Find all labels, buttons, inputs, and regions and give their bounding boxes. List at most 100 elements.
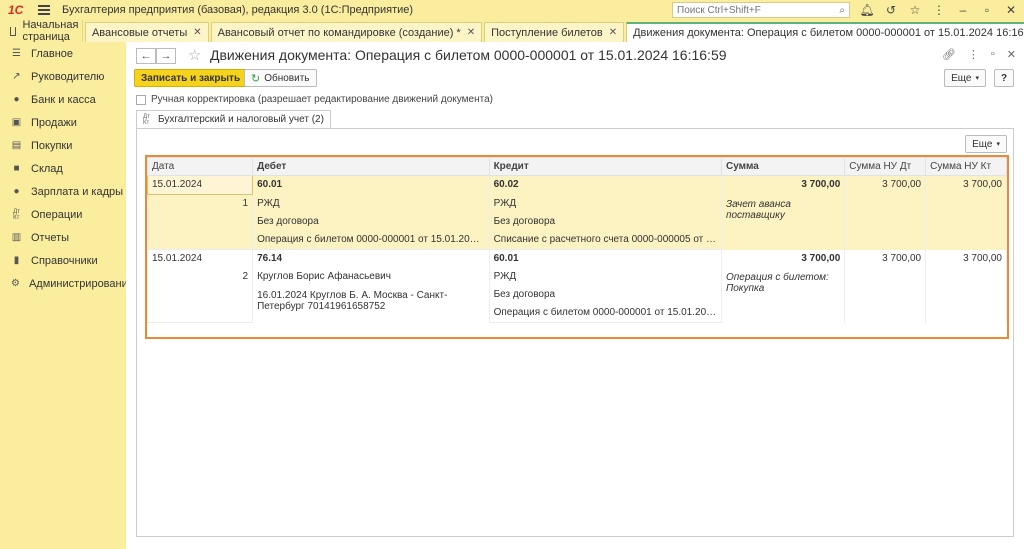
row-empty — [844, 268, 927, 323]
manual-correction-checkbox[interactable] — [136, 94, 146, 105]
sidebar-item-sales[interactable]: ▣ Продажи — [0, 111, 126, 134]
sidebar-item-warehouse[interactable]: ■ Склад — [0, 157, 126, 180]
col-date[interactable]: Дата — [147, 157, 254, 176]
col-sum[interactable]: Сумма — [720, 157, 846, 176]
sidebar-item-reports[interactable]: ▥ Отчеты — [0, 226, 126, 249]
sidebar-item-label: Руководителю — [31, 70, 105, 83]
tab-close-icon[interactable]: ✕ — [193, 27, 201, 38]
tab-label: Движения документа: Операция с билетом 0… — [633, 27, 1024, 39]
sidebar-item-purchases[interactable]: ▤ Покупки — [0, 134, 126, 157]
save-and-close-button[interactable]: Записать и закрыть — [134, 69, 248, 87]
row-credit-subconto-2[interactable]: Без договора — [488, 213, 722, 231]
row-credit-subconto-1[interactable]: РЖД — [488, 268, 722, 286]
col-credit[interactable]: Кредит — [488, 157, 722, 176]
row-credit-subconto-2[interactable]: Без договора — [488, 286, 722, 304]
help-button[interactable]: ? — [994, 69, 1014, 87]
row-debit-account[interactable]: 76.14 — [252, 249, 490, 268]
minimize-icon[interactable]: – — [956, 3, 970, 17]
row-content[interactable]: Операция с билетом: Покупка — [720, 268, 846, 323]
row-sum-nu-dt[interactable]: 3 700,00 — [844, 175, 927, 195]
refresh-icon: ↻ — [251, 72, 261, 85]
close-icon[interactable]: ✕ — [1004, 3, 1018, 17]
tab-close-icon[interactable]: ✕ — [467, 27, 475, 38]
more-button[interactable]: Еще ▾ — [944, 69, 986, 87]
tab-close-icon[interactable]: ✕ — [609, 27, 617, 38]
tab-advance-report-trip[interactable]: Авансовый отчет по командировке (создани… — [210, 22, 483, 42]
sidebar-item-label: Главное — [31, 47, 74, 60]
menu-lines-icon: ☰ — [12, 48, 21, 59]
row-credit-account[interactable]: 60.02 — [488, 175, 722, 195]
global-search[interactable]: ⌕ — [672, 2, 850, 18]
row-sum[interactable]: 3 700,00 — [720, 249, 846, 268]
row-debit-subconto-2[interactable]: Без договора — [252, 213, 490, 231]
row-content[interactable]: Зачет аванса поставщику — [720, 194, 846, 250]
row-empty — [147, 231, 254, 250]
row-date[interactable]: 15.01.2024 — [147, 249, 254, 268]
debit-credit-icon: Дт Кт — [13, 208, 20, 221]
sidebar-item-operations[interactable]: Дт Кт Операции — [0, 203, 126, 226]
table-row[interactable]: 15.01.2024 60.01 60.02 3 700,00 3 700,00… — [147, 175, 1007, 195]
sidebar-item-manager[interactable]: ↗ Руководителю — [0, 65, 126, 88]
app-logo: 1С — [8, 3, 24, 17]
sidebar-item-label: Покупки — [31, 139, 73, 152]
table-row[interactable]: 1 РЖД РЖД Зачет аванса поставщику — [147, 194, 1007, 250]
sidebar-item-admin[interactable]: ⚙ Администрирование — [0, 272, 134, 295]
favorites-star-icon[interactable]: ☆ — [908, 3, 922, 17]
more-label: Еще — [972, 138, 993, 150]
col-debit[interactable]: Дебет — [252, 157, 490, 176]
sidebar-item-label: Операции — [31, 208, 83, 221]
table-more-button[interactable]: Еще ▾ — [965, 135, 1007, 153]
row-sum-nu-dt[interactable]: 3 700,00 — [844, 249, 927, 268]
tab-tickets-receipt[interactable]: Поступление билетов ✕ — [484, 22, 625, 42]
back-button[interactable]: ← — [136, 48, 156, 64]
row-credit-account[interactable]: 60.01 — [488, 249, 722, 268]
row-debit-subconto-1[interactable]: Круглов Борис Афанасьевич — [252, 268, 490, 286]
tab-advance-reports[interactable]: Авансовые отчеты ✕ — [84, 22, 209, 42]
link-icon[interactable]: 🔗︎ — [942, 48, 956, 61]
sidebar-item-directories[interactable]: ▮ Справочники — [0, 249, 126, 272]
sidebar-item-label: Зарплата и кадры — [31, 185, 124, 198]
row-number: 2 — [147, 268, 254, 286]
row-sum-nu-kt[interactable]: 3 700,00 — [925, 175, 1007, 195]
main-menu-icon[interactable] — [38, 5, 50, 15]
sidebar-item-main[interactable]: ☰ Главное — [0, 42, 126, 65]
page-title: Движения документа: Операция с билетом 0… — [210, 47, 727, 63]
forward-button[interactable]: → — [156, 48, 176, 64]
sidebar-item-bank[interactable]: ● Банк и касса — [0, 88, 126, 111]
refresh-button[interactable]: ↻ Обновить — [244, 69, 317, 87]
search-input[interactable] — [677, 4, 817, 16]
manual-correction-row[interactable]: Ручная корректировка (разрешает редактир… — [136, 94, 493, 105]
row-debit-subconto-3[interactable]: Операция с билетом 0000-000001 от 15.01.… — [252, 231, 490, 250]
row-credit-subconto-3[interactable]: Списание с расчетного счета 0000-000005 … — [488, 231, 722, 250]
col-sum-nu-dt[interactable]: Сумма НУ Дт — [844, 157, 927, 176]
col-sum-nu-kt[interactable]: Сумма НУ Кт — [925, 157, 1007, 176]
row-debit-subconto-2[interactable]: 16.01.2024 Круглов Б. А. Москва - Санкт-… — [252, 286, 490, 323]
title-bar: 1С Бухгалтерия предприятия (базовая), ре… — [0, 0, 1024, 20]
row-sum[interactable]: 3 700,00 — [720, 175, 846, 195]
table-row[interactable]: 15.01.2024 76.14 60.01 3 700,00 3 700,00… — [147, 249, 1007, 268]
tab-home[interactable]: Начальная страница — [0, 19, 83, 43]
row-credit-subconto-3[interactable]: Операция с билетом 0000-000001 от 15.01.… — [488, 304, 722, 323]
trend-icon: ↗ — [12, 71, 21, 82]
table-row[interactable]: 2 Круглов Борис Афанасьевич РЖД Операция… — [147, 268, 1007, 323]
history-icon[interactable]: ↺ — [884, 3, 898, 17]
bag-icon: ▣ — [11, 117, 22, 128]
tab-accounting-register[interactable]: Дт Кт Бухгалтерский и налоговый учет (2) — [136, 110, 331, 128]
row-credit-subconto-1[interactable]: РЖД — [488, 194, 722, 213]
row-debit-account[interactable]: 60.01 — [252, 175, 490, 195]
row-date[interactable]: 15.01.2024 — [147, 175, 254, 195]
more-menu-icon[interactable]: ⋮ — [932, 3, 946, 17]
book-icon: ▮ — [13, 255, 20, 266]
more-vertical-icon[interactable]: ⋮ — [968, 48, 979, 61]
bar-chart-icon: ▥ — [11, 232, 22, 243]
sidebar-item-salary[interactable]: ● Зарплата и кадры — [0, 180, 126, 203]
search-icon[interactable]: ⌕ — [839, 5, 845, 16]
row-sum-nu-kt[interactable]: 3 700,00 — [925, 249, 1007, 268]
favorite-star-icon[interactable]: ☆ — [188, 46, 201, 64]
tab-document-movements[interactable]: Движения документа: Операция с билетом 0… — [626, 22, 1024, 42]
maximize-icon[interactable]: ▫ — [980, 3, 994, 17]
row-debit-subconto-1[interactable]: РЖД — [252, 194, 490, 213]
window-close-icon[interactable]: ✕ — [1007, 48, 1016, 61]
window-maximize-icon[interactable]: ▫ — [991, 48, 995, 61]
bell-icon[interactable]: 🔔︎ — [859, 3, 874, 17]
